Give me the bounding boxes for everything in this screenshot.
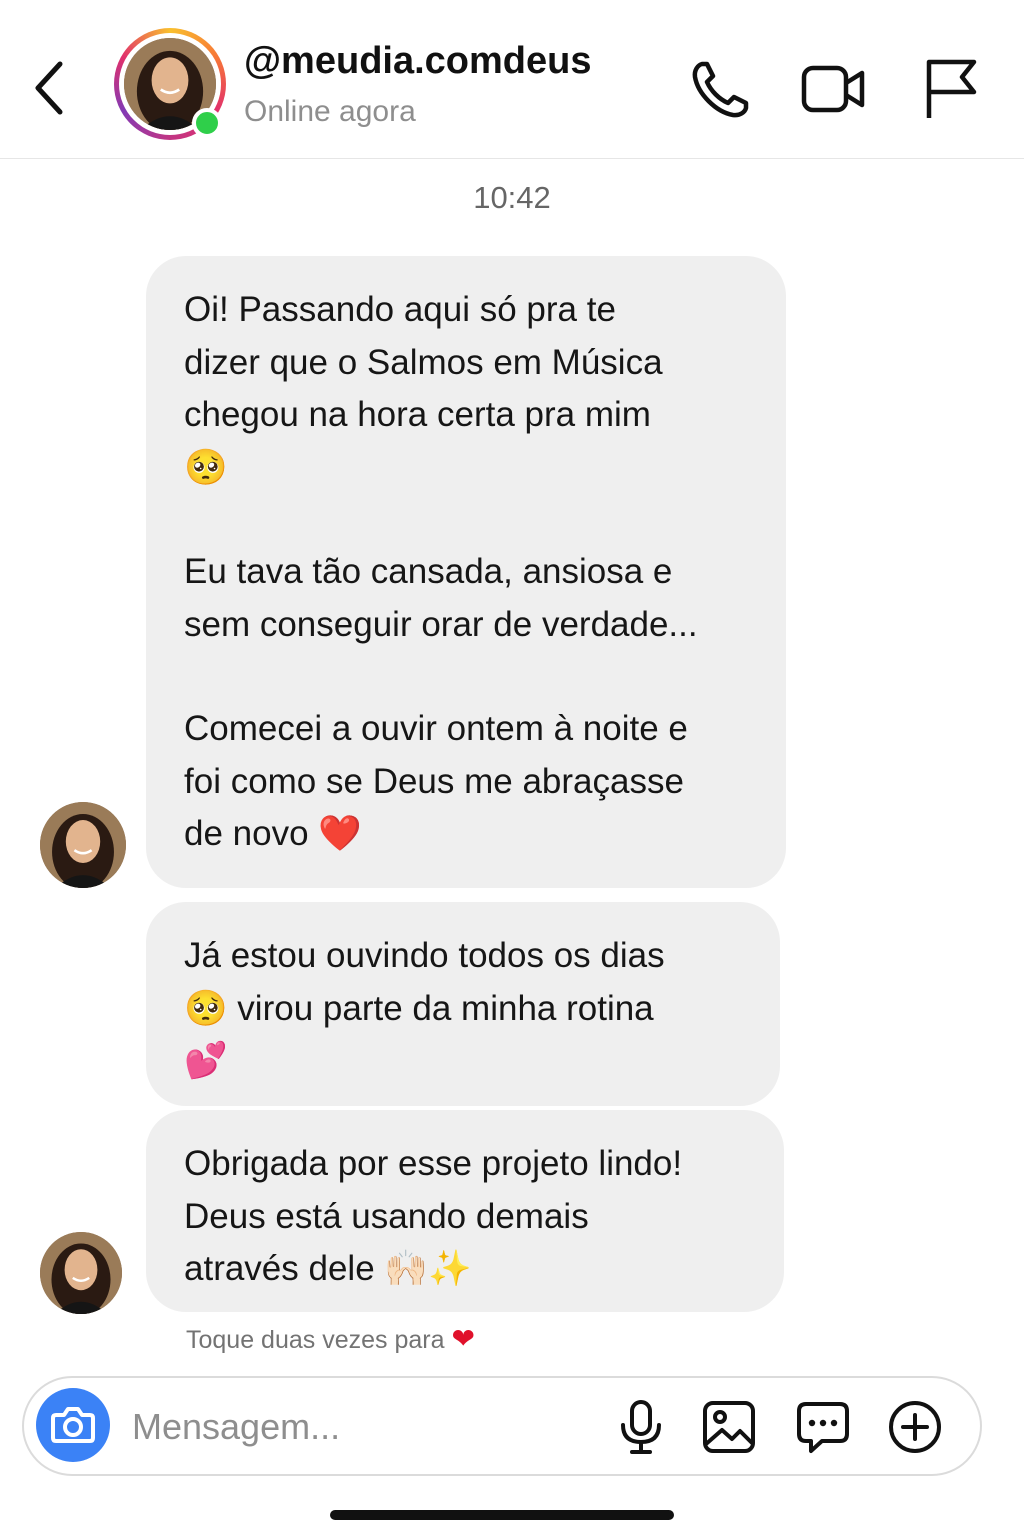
heart-icon: ❤ [451,1323,475,1354]
message-composer [22,1376,982,1476]
camera-button[interactable] [36,1388,110,1462]
double-tap-hint-text: Toque duas vezes para [186,1326,445,1354]
phone-icon [692,61,749,118]
double-tap-hint: Toque duas vezes para ❤ [186,1322,475,1355]
chat-username[interactable]: @meudia.comdeus [244,40,591,83]
chat-header: @meudia.comdeus Online agora [0,0,1024,159]
message-text: Obrigada por esse projeto lindo! Deus es… [184,1144,683,1288]
message-bubble[interactable]: Já estou ouvindo todos os dias 🥺 virou p… [146,902,780,1106]
online-status: Online agora [244,95,416,128]
back-chevron-icon [35,61,63,115]
video-call-button[interactable] [800,56,866,122]
report-button[interactable] [920,56,986,122]
add-circle-icon [889,1401,941,1453]
online-indicator [192,108,222,138]
message-timestamp: 10:42 [473,180,551,215]
message-text: Comecei a ouvir ontem à noite e foi como… [184,709,688,853]
sender-avatar[interactable] [40,1232,122,1314]
microphone-icon [621,1400,661,1454]
sticker-button[interactable] [794,1398,852,1456]
sender-avatar[interactable] [40,802,126,888]
voice-call-button[interactable] [688,56,754,122]
message-text: Oi! Passando aqui só pra te dizer que o … [184,290,663,487]
sticker-chat-icon [797,1402,849,1453]
message-input[interactable] [130,1396,604,1458]
message-text: Eu tava tão cansada, ansiosa e sem conse… [184,552,698,644]
message-text: Já estou ouvindo todos os dias 🥺 virou p… [184,936,665,1080]
home-indicator[interactable] [330,1510,674,1520]
video-camera-icon [801,65,865,113]
message-bubble[interactable]: Obrigada por esse projeto lindo! Deus es… [146,1110,784,1312]
gallery-button[interactable] [700,1398,758,1456]
flag-icon [926,59,977,118]
message-bubble[interactable]: Oi! Passando aqui só pra te dizer que o … [146,256,786,888]
gallery-icon [703,1401,755,1453]
voice-message-button[interactable] [612,1398,670,1456]
camera-icon [51,1407,95,1443]
back-button[interactable] [30,58,70,118]
more-options-button[interactable] [886,1398,944,1456]
